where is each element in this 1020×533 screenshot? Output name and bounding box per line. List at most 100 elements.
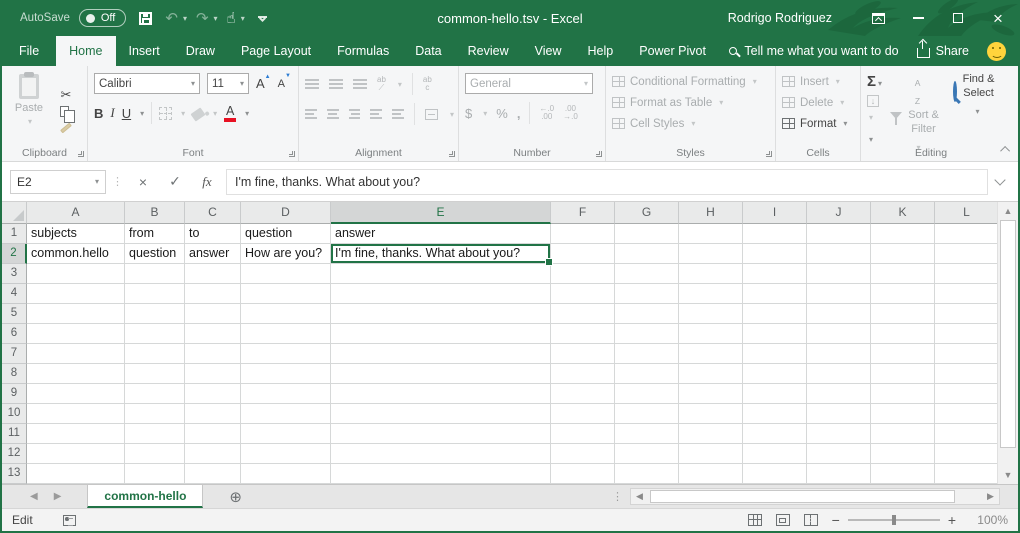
- zoom-slider[interactable]: [848, 519, 940, 521]
- shrink-font-button[interactable]: A▼: [278, 78, 291, 90]
- cell-C13[interactable]: [185, 464, 241, 484]
- cell-K12[interactable]: [871, 444, 935, 464]
- cell-E2[interactable]: I'm fine, thanks. What about you?: [331, 244, 551, 264]
- macro-record-icon[interactable]: [63, 515, 76, 526]
- row-header-13[interactable]: 13: [2, 464, 27, 484]
- cell-K4[interactable]: [871, 284, 935, 304]
- normal-view-icon[interactable]: [748, 514, 762, 526]
- cell-B6[interactable]: [125, 324, 185, 344]
- cell-K8[interactable]: [871, 364, 935, 384]
- tab-data[interactable]: Data: [402, 36, 454, 66]
- cell-D8[interactable]: [241, 364, 331, 384]
- align-bottom-icon[interactable]: [353, 79, 367, 89]
- cell-A3[interactable]: [27, 264, 125, 284]
- cell-L13[interactable]: [935, 464, 999, 484]
- orientation-icon[interactable]: ab⟋: [377, 76, 386, 93]
- redo-dropdown-icon[interactable]: ▾: [214, 14, 218, 23]
- cell-A13[interactable]: [27, 464, 125, 484]
- cell-C12[interactable]: [185, 444, 241, 464]
- cell-A11[interactable]: [27, 424, 125, 444]
- align-right-icon[interactable]: [349, 109, 361, 119]
- copy-icon[interactable]: [60, 106, 69, 117]
- row-header-3[interactable]: 3: [2, 264, 27, 284]
- cell-D1[interactable]: question: [241, 224, 331, 244]
- cell-L9[interactable]: [935, 384, 999, 404]
- ribbon-display-options-button[interactable]: [858, 0, 898, 36]
- cell-L5[interactable]: [935, 304, 999, 324]
- cell-F2[interactable]: [551, 244, 615, 264]
- cell-F5[interactable]: [551, 304, 615, 324]
- cell-J10[interactable]: [807, 404, 871, 424]
- cell-B13[interactable]: [125, 464, 185, 484]
- cell-A5[interactable]: [27, 304, 125, 324]
- cell-J5[interactable]: [807, 304, 871, 324]
- cell-F12[interactable]: [551, 444, 615, 464]
- conditional-formatting-button[interactable]: Conditional Formatting▾: [612, 71, 771, 92]
- horizontal-scrollbar[interactable]: ◀ ▶: [630, 488, 1000, 505]
- cell-B12[interactable]: [125, 444, 185, 464]
- cell-D13[interactable]: [241, 464, 331, 484]
- decrease-indent-icon[interactable]: [370, 109, 382, 119]
- user-name[interactable]: Rodrigo Rodriguez: [728, 11, 832, 25]
- row-header-4[interactable]: 4: [2, 284, 27, 304]
- cell-J8[interactable]: [807, 364, 871, 384]
- cell-A1[interactable]: subjects: [27, 224, 125, 244]
- cell-G8[interactable]: [615, 364, 679, 384]
- font-size-combo[interactable]: 11▾: [207, 73, 249, 94]
- cell-B7[interactable]: [125, 344, 185, 364]
- cut-icon[interactable]: ✂: [60, 88, 72, 101]
- column-header-D[interactable]: D: [241, 202, 331, 224]
- insert-function-button[interactable]: fx: [194, 174, 220, 190]
- align-left-icon[interactable]: [305, 109, 317, 119]
- grow-font-button[interactable]: A▲: [256, 76, 271, 91]
- cell-K11[interactable]: [871, 424, 935, 444]
- minimize-button[interactable]: [898, 0, 938, 36]
- cell-styles-button[interactable]: Cell Styles▾: [612, 113, 771, 134]
- sheet-tab-common-hello[interactable]: common-hello: [87, 485, 203, 508]
- cell-E7[interactable]: [331, 344, 551, 364]
- scroll-left-icon[interactable]: ◀: [631, 489, 648, 504]
- cell-I2[interactable]: [743, 244, 807, 264]
- italic-button[interactable]: I: [110, 105, 114, 121]
- cell-G7[interactable]: [615, 344, 679, 364]
- vertical-scroll-thumb[interactable]: [1000, 220, 1016, 448]
- select-all-corner[interactable]: [2, 202, 27, 224]
- cell-A7[interactable]: [27, 344, 125, 364]
- column-header-I[interactable]: I: [743, 202, 807, 224]
- cell-C10[interactable]: [185, 404, 241, 424]
- comma-button[interactable]: ,: [517, 106, 521, 121]
- fill-color-button[interactable]: [191, 107, 206, 121]
- collapse-ribbon-icon[interactable]: [1000, 146, 1010, 156]
- row-header-9[interactable]: 9: [2, 384, 27, 404]
- cell-G6[interactable]: [615, 324, 679, 344]
- column-header-J[interactable]: J: [807, 202, 871, 224]
- scroll-right-icon[interactable]: ▶: [982, 489, 999, 504]
- row-header-12[interactable]: 12: [2, 444, 27, 464]
- cell-A8[interactable]: [27, 364, 125, 384]
- align-top-icon[interactable]: [305, 79, 319, 89]
- cell-J6[interactable]: [807, 324, 871, 344]
- percent-button[interactable]: %: [496, 106, 508, 121]
- number-format-combo[interactable]: General▾: [465, 73, 593, 94]
- horizontal-scroll-thumb[interactable]: [650, 490, 955, 503]
- align-middle-icon[interactable]: [329, 79, 343, 89]
- font-color-button[interactable]: A: [224, 105, 236, 122]
- wrap-text-icon[interactable]: abc: [423, 76, 432, 93]
- paste-button[interactable]: Paste ▾: [8, 71, 50, 126]
- cell-I5[interactable]: [743, 304, 807, 324]
- cell-D5[interactable]: [241, 304, 331, 324]
- cell-J4[interactable]: [807, 284, 871, 304]
- zoom-slider-thumb[interactable]: [892, 515, 896, 525]
- alignment-dialog-launcher[interactable]: [449, 151, 455, 157]
- clipboard-dialog-launcher[interactable]: [78, 151, 84, 157]
- cell-H1[interactable]: [679, 224, 743, 244]
- cell-I13[interactable]: [743, 464, 807, 484]
- cell-C7[interactable]: [185, 344, 241, 364]
- cell-G1[interactable]: [615, 224, 679, 244]
- cell-H6[interactable]: [679, 324, 743, 344]
- cell-I3[interactable]: [743, 264, 807, 284]
- cell-H3[interactable]: [679, 264, 743, 284]
- cell-I10[interactable]: [743, 404, 807, 424]
- insert-cells-button[interactable]: Insert▾: [782, 71, 856, 92]
- cell-A6[interactable]: [27, 324, 125, 344]
